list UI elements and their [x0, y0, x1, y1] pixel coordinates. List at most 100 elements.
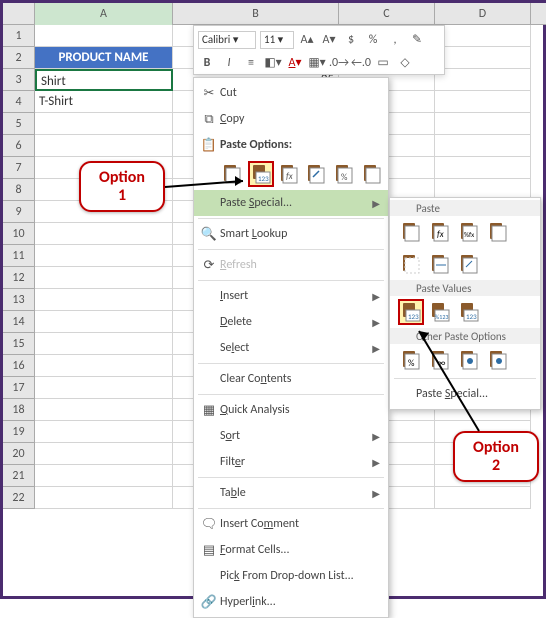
cell[interactable] — [35, 487, 173, 509]
format-painter-icon[interactable]: ✎ — [408, 31, 426, 49]
row-header[interactable]: 3 — [3, 69, 35, 91]
sub-paste-values-format-icon[interactable]: 123 — [456, 299, 482, 325]
cell[interactable] — [435, 91, 531, 113]
cell[interactable] — [35, 311, 173, 333]
cell-selected[interactable]: Shirt — [35, 69, 173, 91]
row-header[interactable]: 7 — [3, 157, 35, 179]
cell-header[interactable]: PRODUCT NAME — [35, 47, 173, 69]
paste-formatting-icon[interactable]: % — [332, 161, 357, 187]
menu-sort[interactable]: Sort▶ — [194, 423, 388, 449]
cell[interactable] — [35, 377, 173, 399]
cell[interactable] — [35, 421, 173, 443]
col-header-A[interactable]: A — [35, 3, 173, 25]
cell[interactable] — [35, 223, 173, 245]
cell[interactable] — [35, 443, 173, 465]
cell[interactable] — [435, 25, 531, 47]
col-header-B[interactable]: B — [173, 3, 339, 25]
menu-hyperlink[interactable]: 🔗Hyperlink... — [194, 589, 388, 615]
percent-icon[interactable]: % — [364, 31, 382, 49]
sub-paste-format-icon[interactable]: % — [398, 347, 424, 373]
font-size-combo[interactable]: 11 ▾ — [260, 31, 294, 49]
row-header[interactable]: 6 — [3, 135, 35, 157]
row-header[interactable]: 11 — [3, 245, 35, 267]
cell[interactable] — [35, 25, 173, 47]
cell[interactable] — [35, 113, 173, 135]
submenu-paste-special[interactable]: Paste Special... — [390, 381, 540, 407]
menu-insert[interactable]: Insert▶ — [194, 283, 388, 309]
comma-style-icon[interactable]: , — [386, 31, 404, 49]
col-header-D[interactable]: D — [435, 3, 531, 25]
font-color-icon[interactable]: A▾ — [286, 54, 304, 72]
decrease-font-icon[interactable]: A▾ — [320, 31, 338, 49]
sub-paste-values-num-icon[interactable]: %123 — [427, 299, 453, 325]
cell[interactable] — [35, 355, 173, 377]
font-name-combo[interactable]: Calibri ▾ — [198, 31, 256, 49]
select-all-corner[interactable] — [3, 3, 35, 24]
cell[interactable] — [35, 289, 173, 311]
cell[interactable] — [35, 245, 173, 267]
paste-formulas-icon[interactable]: fx — [277, 161, 302, 187]
sub-paste-keep-format-icon[interactable] — [485, 219, 511, 245]
menu-pick-dropdown[interactable]: Pick From Drop-down List... — [194, 563, 388, 589]
cell[interactable] — [435, 113, 531, 135]
align-icon[interactable]: ≡ — [242, 54, 260, 72]
borders-icon[interactable]: ▦▾ — [308, 54, 326, 72]
currency-icon[interactable]: $ — [342, 31, 360, 49]
cell[interactable] — [435, 157, 531, 179]
clear-format-icon[interactable]: ◇ — [396, 54, 414, 72]
sub-paste-transpose-icon[interactable] — [456, 251, 482, 277]
row-header[interactable]: 15 — [3, 333, 35, 355]
menu-delete[interactable]: Delete▶ — [194, 309, 388, 335]
cell[interactable] — [35, 267, 173, 289]
sub-paste-picture-icon[interactable] — [456, 347, 482, 373]
sub-paste-colwidth-icon[interactable] — [427, 251, 453, 277]
row-header[interactable]: 16 — [3, 355, 35, 377]
sub-paste-linked-picture-icon[interactable] — [485, 347, 511, 373]
cell[interactable] — [35, 465, 173, 487]
paste-values-icon[interactable]: 123 — [248, 161, 274, 187]
row-header[interactable]: 14 — [3, 311, 35, 333]
menu-insert-comment[interactable]: 🗨Insert Comment — [194, 511, 388, 537]
cell[interactable] — [435, 135, 531, 157]
cell[interactable] — [435, 47, 531, 69]
row-header[interactable]: 21 — [3, 465, 35, 487]
sub-paste-link-icon[interactable]: ∞ — [427, 347, 453, 373]
row-header[interactable]: 5 — [3, 113, 35, 135]
cell[interactable] — [435, 487, 531, 509]
cell[interactable]: T-Shirt — [35, 91, 173, 113]
row-header[interactable]: 19 — [3, 421, 35, 443]
increase-font-icon[interactable]: A▴ — [298, 31, 316, 49]
merge-icon[interactable]: ▭ — [374, 54, 392, 72]
menu-filter[interactable]: Filter▶ — [194, 449, 388, 475]
sub-paste-formulas-icon[interactable]: fx — [427, 219, 453, 245]
fill-color-icon[interactable]: ◧▾ — [264, 54, 282, 72]
bold-icon[interactable]: B — [198, 54, 216, 72]
row-header[interactable]: 20 — [3, 443, 35, 465]
row-header[interactable]: 17 — [3, 377, 35, 399]
menu-paste-special[interactable]: Paste Special...▶ — [194, 190, 388, 216]
paste-link-icon[interactable] — [359, 161, 384, 187]
row-header[interactable]: 4 — [3, 91, 35, 113]
menu-table[interactable]: Table▶ — [194, 480, 388, 506]
row-header[interactable]: 2 — [3, 47, 35, 69]
italic-icon[interactable]: I — [220, 54, 238, 72]
paste-all-icon[interactable] — [220, 161, 245, 187]
row-header[interactable]: 22 — [3, 487, 35, 509]
col-header-C[interactable]: C — [339, 3, 435, 25]
menu-clear-contents[interactable]: Clear Contents — [194, 366, 388, 392]
row-header[interactable]: 9 — [3, 201, 35, 223]
row-header[interactable]: 12 — [3, 267, 35, 289]
row-header[interactable]: 13 — [3, 289, 35, 311]
row-header[interactable]: 10 — [3, 223, 35, 245]
sub-paste-noborders-icon[interactable] — [398, 251, 424, 277]
sub-paste-formulas-num-icon[interactable]: %fx — [456, 219, 482, 245]
menu-format-cells[interactable]: ▤Format Cells... — [194, 537, 388, 563]
sub-paste-values-icon[interactable]: 123 — [398, 299, 424, 325]
cell[interactable] — [435, 69, 531, 91]
decrease-decimal-icon[interactable]: ←.0 — [352, 54, 370, 72]
cell[interactable] — [35, 399, 173, 421]
row-header[interactable]: 18 — [3, 399, 35, 421]
row-header[interactable]: 1 — [3, 25, 35, 47]
menu-copy[interactable]: ⧉Copy — [194, 106, 388, 132]
menu-select[interactable]: Select▶ — [194, 335, 388, 361]
